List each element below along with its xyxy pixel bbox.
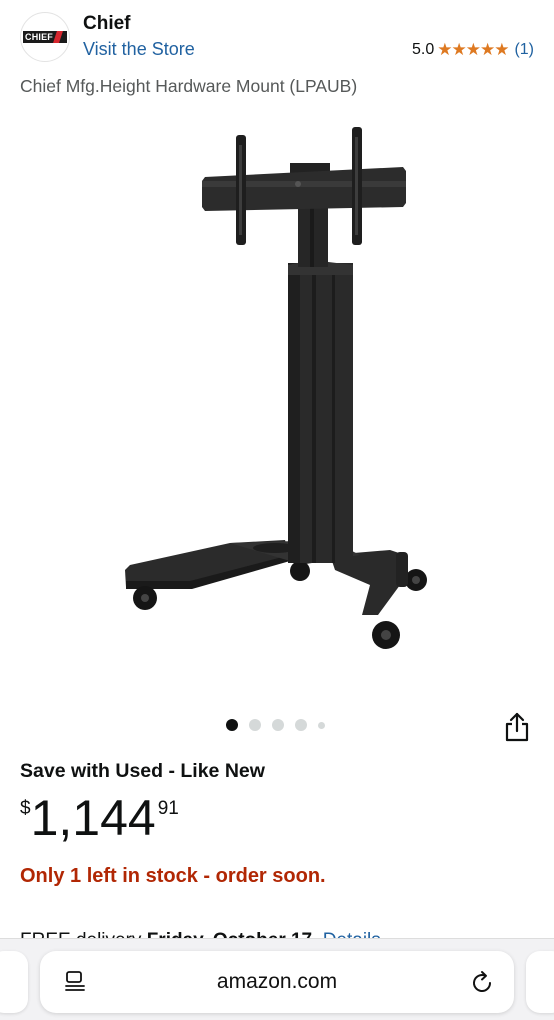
price-symbol: $ — [20, 798, 31, 819]
brand-logo-mark — [53, 31, 63, 43]
stock-status: Only 1 left in stock - order soon. — [20, 865, 326, 887]
previous-tab[interactable] — [0, 951, 28, 1013]
rating-stars-icon: ★★★★★ — [437, 40, 509, 59]
price-fraction: 91 — [157, 798, 179, 819]
share-icon[interactable] — [502, 711, 532, 743]
browser-toolbar: amazon.com — [0, 938, 554, 1020]
carousel-dot[interactable] — [272, 719, 284, 731]
address-bar[interactable]: amazon.com — [40, 951, 514, 1013]
price-whole: 1,144 — [30, 790, 156, 846]
product-title: Chief Mfg.Height Hardware Mount (LPAUB) — [20, 76, 358, 96]
rating-value: 5.0 — [411, 41, 435, 58]
offer-condition: Save with Used - Like New — [20, 760, 265, 782]
carousel-dot[interactable] — [295, 719, 307, 731]
brand-logo[interactable]: CHIEF — [20, 12, 70, 62]
url-text[interactable]: amazon.com — [40, 970, 514, 994]
brand-name: Chief — [83, 13, 131, 34]
next-tab[interactable] — [526, 951, 554, 1013]
price: $ 1,144 91 — [20, 790, 179, 846]
carousel-dot[interactable] — [249, 719, 261, 731]
carousel-dot-active[interactable] — [226, 719, 238, 731]
tv-mount-cart-image[interactable] — [100, 115, 460, 675]
brand-logo-text: CHIEF — [25, 32, 53, 42]
rating-summary[interactable]: 5.0 ★★★★★ (1) — [412, 40, 534, 60]
reload-icon[interactable] — [470, 970, 496, 996]
visit-store-link[interactable]: Visit the Store — [83, 39, 195, 60]
carousel-dot[interactable] — [318, 721, 325, 729]
rating-count[interactable]: (1) — [514, 41, 534, 59]
brand-logo-badge: CHIEF — [23, 31, 67, 43]
brand-header: CHIEF Chief Visit the Store 5.0 ★★★★★ (1… — [0, 0, 554, 70]
image-carousel-dots[interactable] — [226, 719, 325, 731]
